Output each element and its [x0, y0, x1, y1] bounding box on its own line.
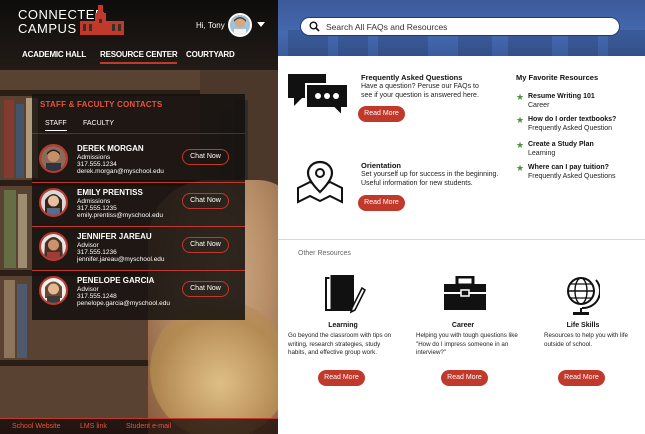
- contact-card: DEREK MORGAN Admissions 317.555.1234 der…: [32, 140, 245, 183]
- map-pin-icon: [297, 160, 343, 204]
- search-header: Search All FAQs and Resources: [278, 0, 645, 56]
- favorite-category: Frequently Asked Question: [528, 125, 613, 132]
- search-placeholder: Search All FAQs and Resources: [326, 22, 448, 32]
- orientation-title: Orientation: [361, 161, 402, 170]
- app-root: CONNECTED CAMPUS Hi, Tony ACADEMIC HALL …: [0, 0, 645, 434]
- chat-bubbles-icon: [288, 74, 349, 116]
- contacts-title: STAFF & FACULTY CONTACTS: [40, 100, 163, 109]
- other-resources-label: Other Resources: [298, 250, 351, 257]
- favorites-title: My Favorite Resources: [516, 73, 599, 82]
- divider: [32, 182, 245, 183]
- campus-building-icon: [80, 5, 124, 35]
- footer-link-lms[interactable]: LMS link: [80, 423, 107, 430]
- life-skills-description: Resources to help you with life outside …: [544, 332, 628, 348]
- divider: [32, 226, 245, 227]
- footer-links: School Website LMS link Student e-mail: [0, 418, 278, 434]
- footer-link-school-website[interactable]: School Website: [12, 423, 61, 430]
- logo[interactable]: CONNECTED CAMPUS: [18, 5, 124, 36]
- nav-courtyard[interactable]: COURTYARD: [186, 50, 235, 59]
- nav-resource-center[interactable]: RESOURCE CENTER: [100, 50, 178, 64]
- contact-card: EMILY PRENTISS Admissions 317.555.1235 e…: [32, 184, 245, 227]
- star-icon: ★: [516, 115, 525, 125]
- main-content: Frequently Asked Questions Have a questi…: [278, 56, 645, 434]
- life-skills-read-more-button[interactable]: Read More: [558, 370, 605, 386]
- avatar: [39, 232, 68, 261]
- avatar: [39, 276, 68, 305]
- chat-now-button[interactable]: Chat Now: [182, 149, 229, 165]
- left-panel: CONNECTED CAMPUS Hi, Tony ACADEMIC HALL …: [0, 0, 278, 434]
- contact-phone: 317.555.1248: [77, 293, 117, 300]
- contact-name: EMILY PRENTISS: [77, 188, 143, 197]
- contact-name: PENELOPE GARCIA: [77, 276, 155, 285]
- contact-name: DEREK MORGAN: [77, 144, 144, 153]
- contact-email[interactable]: emily.prentiss@myschool.edu: [77, 212, 163, 219]
- star-icon: ★: [516, 163, 525, 173]
- contact-email[interactable]: penelope.garcia@myschool.edu: [77, 300, 170, 307]
- user-greeting: Hi, Tony: [196, 21, 225, 30]
- contact-name: JENNIFER JAREAU: [77, 232, 152, 241]
- star-icon: ★: [516, 140, 525, 150]
- contact-email[interactable]: jennifer.jareau@myschool.edu: [77, 256, 165, 263]
- contact-card: PENELOPE GARCIA Advisor 317.555.1248 pen…: [32, 272, 245, 315]
- avatar: [39, 188, 68, 217]
- contacts-panel: STAFF & FACULTY CONTACTS STAFF FACULTY D…: [32, 94, 245, 320]
- avatar: [39, 144, 68, 173]
- nav-academic-hall[interactable]: ACADEMIC HALL: [22, 50, 86, 59]
- contact-title: Advisor: [77, 242, 99, 249]
- star-icon: ★: [516, 92, 525, 102]
- learning-description: Go beyond the classroom with tips on wri…: [288, 332, 392, 356]
- divider: [32, 270, 245, 271]
- contact-phone: 317.555.1235: [77, 205, 117, 212]
- favorite-title: Create a Study Plan: [528, 141, 594, 148]
- chat-now-button[interactable]: Chat Now: [182, 237, 229, 253]
- contact-title: Admissions: [77, 154, 111, 161]
- contact-phone: 317.555.1236: [77, 249, 117, 256]
- faq-description: Have a question? Peruse our FAQs to see …: [361, 83, 479, 99]
- tab-faculty[interactable]: FACULTY: [83, 120, 114, 127]
- contact-card: JENNIFER JAREAU Advisor 317.555.1236 jen…: [32, 228, 245, 271]
- favorite-title: How do I order textbooks?: [528, 116, 617, 123]
- faq-read-more-button[interactable]: Read More: [358, 106, 405, 122]
- user-avatar[interactable]: [228, 13, 252, 37]
- favorite-title: Resume Writing 101: [528, 93, 595, 100]
- learning-title: Learning: [328, 322, 358, 329]
- briefcase-icon: [444, 276, 486, 310]
- notebook-pencil-icon: [325, 275, 366, 314]
- favorite-category: Learning: [528, 150, 556, 157]
- user-menu-chevron-down-icon[interactable]: [257, 22, 265, 27]
- main-nav: ACADEMIC HALL RESOURCE CENTER COURTYARD: [0, 50, 278, 64]
- tab-staff[interactable]: STAFF: [45, 120, 67, 131]
- search-input[interactable]: Search All FAQs and Resources: [300, 17, 620, 36]
- section-divider: [278, 239, 645, 240]
- search-icon: [309, 21, 320, 32]
- contact-title: Advisor: [77, 286, 99, 293]
- background-student-hair: [150, 300, 278, 434]
- contact-title: Admissions: [77, 198, 111, 205]
- career-read-more-button[interactable]: Read More: [441, 370, 488, 386]
- orientation-description: Set yourself up for success in the begin…: [361, 171, 499, 187]
- globe-icon: [567, 277, 600, 315]
- contact-phone: 317.555.1234: [77, 161, 117, 168]
- learning-read-more-button[interactable]: Read More: [318, 370, 365, 386]
- career-description: Helping you with tough questions like "H…: [416, 332, 518, 356]
- orientation-read-more-button[interactable]: Read More: [358, 195, 405, 211]
- favorite-category: Frequently Asked Questions: [528, 173, 616, 180]
- chat-now-button[interactable]: Chat Now: [182, 281, 229, 297]
- footer-link-student-email[interactable]: Student e-mail: [126, 423, 171, 430]
- contact-email[interactable]: derek.morgan@myschool.edu: [77, 168, 164, 175]
- favorite-category: Career: [528, 102, 550, 109]
- life-skills-title: Life Skills: [566, 322, 600, 329]
- faq-title: Frequently Asked Questions: [361, 73, 463, 82]
- contacts-tabs: STAFF FACULTY: [32, 118, 245, 134]
- career-title: Career: [451, 322, 475, 329]
- favorite-title: Where can I pay tuition?: [528, 164, 609, 171]
- chat-now-button[interactable]: Chat Now: [182, 193, 229, 209]
